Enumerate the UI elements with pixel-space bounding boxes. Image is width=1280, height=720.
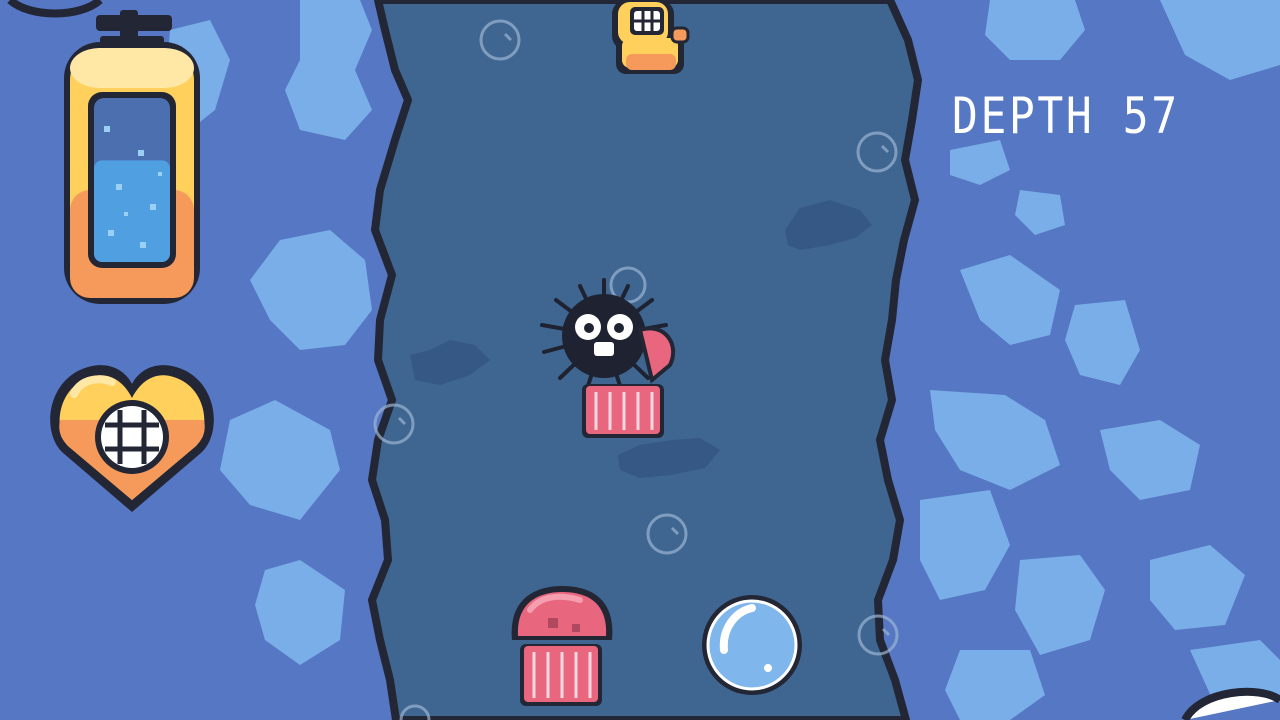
air-bubble-icon [702,595,802,695]
jellyfish-icon [511,586,613,706]
depth-counter: DEPTH 57 [952,87,1180,145]
game-screen: DEPTH 57 [0,0,1280,720]
oxygen-tank [64,10,200,304]
